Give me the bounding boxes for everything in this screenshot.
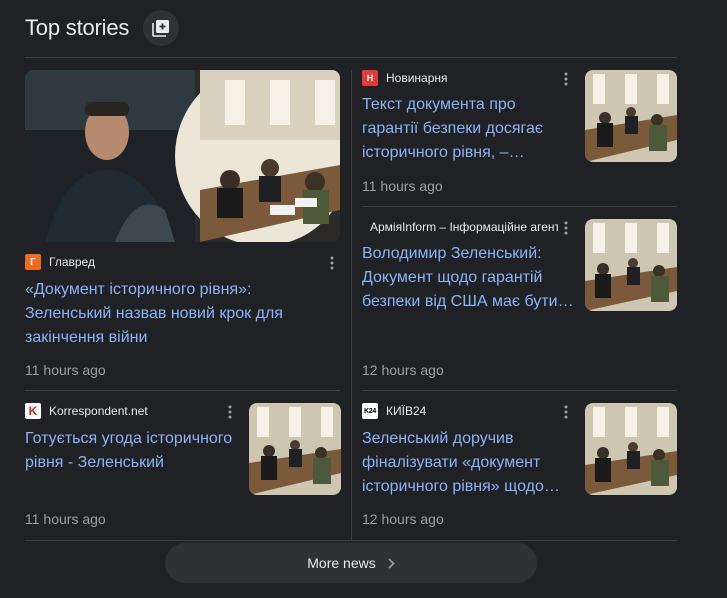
story-image [249,403,341,495]
story-menu-button[interactable] [558,220,574,236]
divider [25,57,677,58]
story-source: K Korrespondent.net [25,403,215,419]
more-vert-icon [564,221,568,235]
more-vert-icon [564,72,568,86]
story-thumbnail[interactable] [25,70,340,242]
story-thumbnail[interactable] [249,403,341,495]
full-coverage-button[interactable] [143,10,179,46]
publisher-logo: Г [25,254,41,270]
story-menu-button[interactable] [222,404,238,420]
story-image [25,70,340,242]
story-menu-button[interactable] [558,71,574,87]
story-time: 12 hours ago [362,511,444,527]
more-vert-icon [228,405,232,419]
story-source: АрміяInform – Інформаційне агентство [362,219,558,235]
publisher-name: АрміяInform – Інформаційне агентство [370,220,558,234]
story-source: Н Новинарня [362,70,552,86]
story-thumbnail[interactable] [585,70,677,162]
divider [25,540,677,541]
chevron-right-icon [388,557,395,569]
story-time: 11 hours ago [25,362,106,378]
story-time: 11 hours ago [362,178,443,194]
divider [362,390,677,391]
publisher-name: Главред [49,255,95,269]
story-thumbnail[interactable] [585,403,677,495]
publisher-name: Новинарня [386,71,448,85]
section-title: Top stories [25,15,130,40]
full-coverage-icon [152,20,169,37]
story-headline[interactable]: «Документ історичного рівня»: Зеленський… [25,278,335,350]
story-menu-button[interactable] [558,404,574,420]
story-headline[interactable]: Готується угода історичного рівня - Зеле… [25,427,240,475]
divider [351,70,352,540]
publisher-name: Korrespondent.net [49,404,148,418]
story-headline[interactable]: Володимир Зеленський: Документ щодо гара… [362,242,576,314]
story-image [585,70,677,162]
more-vert-icon [564,405,568,419]
story-headline[interactable]: Зеленський доручив фіналізувати «докумен… [362,427,574,499]
publisher-name: КИЇВ24 [386,404,427,418]
section-header: Top stories [25,10,129,46]
story-time: 12 hours ago [362,362,444,378]
story-image [585,219,677,311]
publisher-logo: K [25,403,41,419]
story-thumbnail[interactable] [585,219,677,311]
story-headline[interactable]: Текст документа про гарантії безпеки дос… [362,93,574,165]
more-news-button[interactable]: More news [165,543,537,583]
more-vert-icon [330,256,334,270]
story-source: K24 КИЇВ24 [362,403,552,419]
publisher-logo: K24 [362,403,378,419]
publisher-logo: Н [362,70,378,86]
story-time: 11 hours ago [25,511,106,527]
more-news-label: More news [307,555,376,571]
story-source: Г Главред [25,254,305,270]
divider [25,390,340,391]
story-image [585,403,677,495]
divider [362,206,677,207]
story-menu-button[interactable] [324,255,340,271]
